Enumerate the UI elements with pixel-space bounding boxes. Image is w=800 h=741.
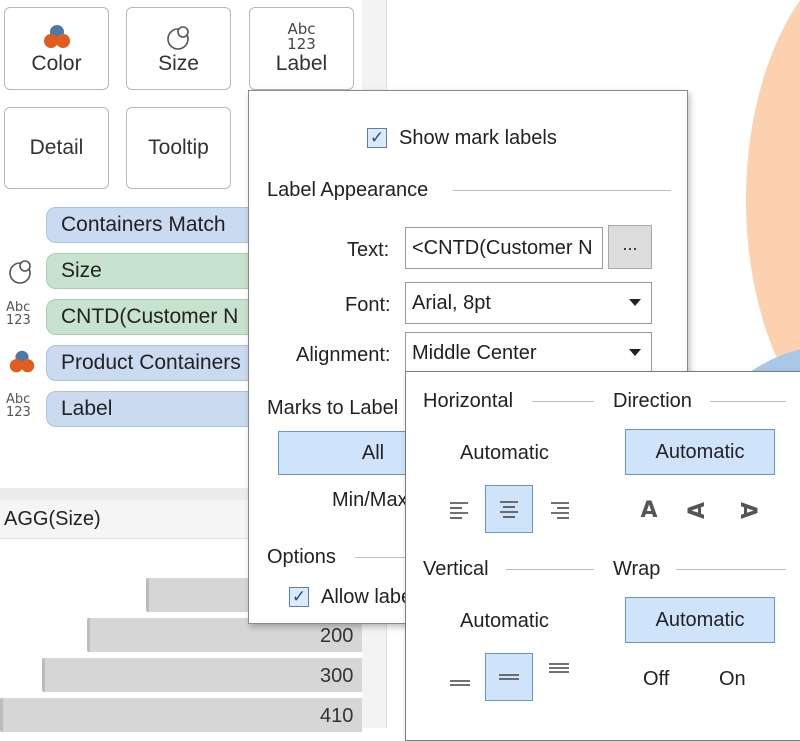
- alignment-dropdown[interactable]: Middle Center: [405, 332, 652, 374]
- label-button[interactable]: Abc 123 Label: [249, 7, 354, 90]
- bar-value: 300: [320, 665, 354, 687]
- align-top-button[interactable]: [535, 648, 583, 696]
- direction-horizontal-button[interactable]: A: [625, 486, 673, 534]
- rotate-down-icon: A: [735, 501, 761, 519]
- color-button[interactable]: Color: [4, 7, 109, 90]
- rotate-up-icon: A: [685, 501, 711, 519]
- divider: [506, 569, 594, 570]
- text-field-label: Text:: [347, 239, 390, 261]
- size-label: Size: [158, 51, 199, 75]
- divider: [676, 569, 786, 570]
- pill-containers-match[interactable]: Containers Match: [46, 207, 266, 243]
- alignment-popup: Horizontal Direction Automatic Automatic…: [405, 371, 800, 741]
- ellipsis-icon: ...: [622, 234, 638, 254]
- allow-labels-checkbox[interactable]: ✓: [289, 587, 309, 607]
- alignment-value: Middle Center: [412, 342, 537, 364]
- align-bottom-button[interactable]: [436, 654, 484, 702]
- wrap-automatic-label: Automatic: [655, 609, 745, 631]
- bar-value: 410: [320, 705, 354, 727]
- align-middle-icon: [499, 674, 519, 680]
- minmax-option[interactable]: Min/Max: [332, 489, 408, 512]
- wrap-automatic-button[interactable]: Automatic: [625, 597, 775, 643]
- detail-label: Detail: [29, 136, 84, 159]
- align-middle-button[interactable]: [485, 653, 533, 701]
- tooltip-label: Tooltip: [148, 136, 209, 159]
- align-center-button[interactable]: [485, 485, 533, 533]
- label-icon: Abc 123: [6, 300, 31, 328]
- direction-up-button[interactable]: A: [674, 486, 722, 534]
- options-heading: Options: [267, 546, 336, 568]
- axis-header-label: AGG(Size): [4, 508, 101, 530]
- divider: [453, 190, 671, 191]
- align-right-icon: [551, 502, 569, 519]
- wrap-on-option[interactable]: On: [719, 668, 746, 691]
- show-mark-labels-text: Show mark labels: [399, 127, 557, 149]
- chevron-down-icon: [629, 299, 641, 306]
- color-icon: [40, 22, 74, 52]
- wrap-heading: Wrap: [613, 558, 661, 580]
- font-value: Arial, 8pt: [412, 292, 491, 314]
- label-appearance-heading: Label Appearance: [267, 179, 429, 201]
- bar[interactable]: [42, 658, 362, 692]
- alignment-field-label: Alignment:: [296, 344, 391, 366]
- allow-labels-text: Allow labe: [321, 586, 413, 608]
- divider: [710, 401, 786, 402]
- text-field[interactable]: <CNTD(Customer N: [405, 227, 603, 269]
- size-icon: [6, 256, 36, 291]
- horizontal-automatic-option[interactable]: Automatic: [460, 442, 549, 465]
- divider: [532, 401, 594, 402]
- color-label: Color: [31, 51, 82, 75]
- text-direction-icon: A: [640, 497, 658, 523]
- chevron-down-icon: [629, 349, 641, 356]
- pill-size[interactable]: Size: [46, 253, 266, 289]
- direction-automatic-label: Automatic: [655, 441, 745, 463]
- pill-label[interactable]: Label: [46, 391, 266, 427]
- edit-text-button[interactable]: ...: [608, 225, 652, 269]
- size-icon: [164, 22, 194, 52]
- pill-cntd-customer[interactable]: CNTD(Customer N: [46, 299, 266, 335]
- detail-button[interactable]: Detail: [4, 107, 109, 189]
- direction-automatic-button[interactable]: Automatic: [625, 429, 775, 475]
- label-icon: Abc 123: [6, 392, 31, 420]
- horizontal-heading: Horizontal: [423, 390, 514, 412]
- wrap-off-option[interactable]: Off: [643, 668, 669, 691]
- color-icon: [6, 347, 38, 382]
- marks-to-label-heading: Marks to Label: [267, 397, 399, 419]
- vertical-heading: Vertical: [423, 558, 489, 580]
- vertical-automatic-option[interactable]: Automatic: [460, 610, 549, 633]
- align-left-button[interactable]: [436, 486, 484, 534]
- label-label: Label: [275, 51, 328, 75]
- align-left-icon: [450, 502, 468, 519]
- font-dropdown[interactable]: Arial, 8pt: [405, 282, 652, 324]
- label-icon: Abc 123: [287, 19, 316, 53]
- align-top-icon: [549, 663, 569, 673]
- tooltip-button[interactable]: Tooltip: [126, 107, 231, 189]
- bar[interactable]: [0, 698, 362, 732]
- align-center-icon: [500, 501, 518, 518]
- align-bottom-icon: [450, 680, 470, 686]
- direction-down-button[interactable]: A: [724, 486, 772, 534]
- bar-value: 200: [320, 625, 354, 647]
- show-mark-labels-checkbox[interactable]: ✓: [367, 128, 387, 148]
- direction-heading: Direction: [613, 390, 692, 412]
- font-field-label: Font:: [345, 294, 391, 316]
- pill-product-containers[interactable]: Product Containers: [46, 345, 266, 381]
- all-label: All: [361, 442, 385, 464]
- size-button[interactable]: Size: [126, 7, 231, 90]
- align-right-button[interactable]: [535, 486, 583, 534]
